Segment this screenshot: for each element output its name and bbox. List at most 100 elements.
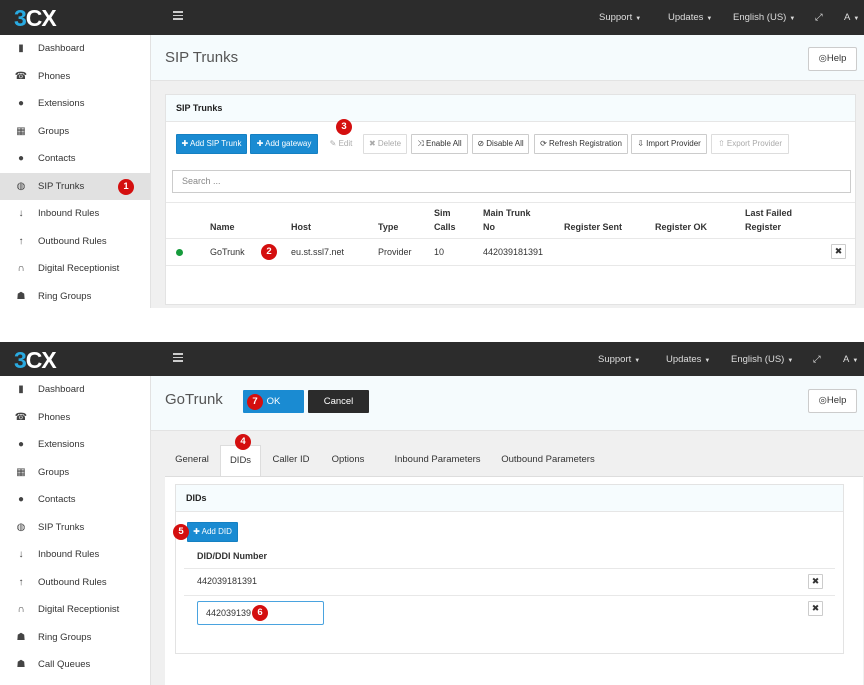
help-button[interactable]: ◎Help	[808, 47, 857, 71]
grid-icon: ▦	[16, 125, 26, 137]
trunk-host: eu.st.ssl7.net	[291, 247, 345, 257]
language-menu[interactable]: English (US) ▼	[733, 0, 795, 35]
disable-all-button[interactable]: ⊘ Disable All	[472, 134, 529, 154]
user-icon: ●	[17, 494, 25, 505]
3cx-logo[interactable]: 3CX	[14, 5, 57, 32]
column-header-main-trunk-no[interactable]: Main Trunk No	[483, 206, 531, 234]
add-did-button[interactable]: ✚ Add DID	[187, 522, 238, 542]
users-icon: ☗	[16, 659, 26, 670]
add-gateway-button[interactable]: ✚ Add gateway	[250, 134, 318, 154]
tab-options[interactable]: Options	[320, 445, 376, 475]
cancel-button[interactable]: Cancel	[308, 390, 369, 413]
arrow-up-icon: ↑	[18, 576, 24, 588]
main-content: GoTrunk OK Cancel 7 ◎Help General DIDs C…	[151, 376, 864, 685]
column-header-register-ok[interactable]: Register OK	[655, 220, 707, 234]
column-header-sim-calls[interactable]: Sim Calls	[434, 206, 456, 234]
column-header-host[interactable]: Host	[291, 220, 311, 234]
trunk-main-number: 442039181391	[483, 247, 544, 257]
annotation-badge: 6	[252, 605, 268, 621]
account-menu[interactable]: A ▼	[844, 0, 859, 35]
import-provider-button[interactable]: ⇩ Import Provider	[631, 134, 707, 154]
menu-toggle-icon[interactable]	[173, 353, 183, 364]
sidebar-item-contacts[interactable]: ● Contacts	[0, 486, 150, 514]
sidebar-item-extensions[interactable]: ● Extensions	[0, 90, 150, 118]
fullscreen-icon[interactable]: ⤢	[813, 342, 821, 377]
updates-menu[interactable]: Updates ▼	[668, 0, 712, 35]
divider	[166, 238, 855, 239]
sidebar-item-extensions[interactable]: ● Extensions	[0, 431, 150, 459]
support-menu[interactable]: Support ▼	[598, 342, 640, 377]
sidebar-item-outbound-rules[interactable]: ↑ Outbound Rules	[0, 228, 150, 256]
delete-did-button[interactable]: ✖	[808, 601, 823, 616]
phone-icon: ☎	[14, 70, 28, 82]
annotation-badge: 2	[261, 244, 277, 260]
refresh-registration-button[interactable]: ⟳ Refresh Registration	[534, 134, 628, 154]
3cx-logo[interactable]: 3CX	[14, 347, 57, 374]
phone-icon: ☎	[14, 411, 28, 423]
sidebar-item-groups[interactable]: ▦ Groups	[0, 459, 150, 487]
sidebar-item-sip-trunks[interactable]: ◍ SIP Trunks	[0, 514, 150, 542]
sidebar-item-digital-receptionist[interactable]: ∩ Digital Receptionist	[0, 596, 150, 624]
sip-trunks-screen: 3CX Support ▼ Updates ▼ English (US) ▼ ⤢ A ▼…	[0, 0, 864, 308]
add-sip-trunk-button[interactable]: ✚ Add SIP Trunk	[176, 134, 247, 154]
tab-caller-id[interactable]: Caller ID	[263, 445, 319, 475]
enable-all-button[interactable]: ⤨ Enable All	[411, 134, 468, 154]
card-title: SIP Trunks	[166, 95, 855, 122]
delete-did-button[interactable]: ✖	[808, 574, 823, 589]
sidebar-item-inbound-rules[interactable]: ↓ Inbound Rules	[0, 200, 150, 228]
sidebar-item-ring-groups[interactable]: ☗ Ring Groups	[0, 624, 150, 652]
search-input[interactable]: Search ...	[172, 170, 851, 193]
users-icon: ☗	[16, 290, 26, 302]
sidebar-item-outbound-rules[interactable]: ↑ Outbound Rules	[0, 569, 150, 597]
annotation-badge: 4	[235, 434, 251, 450]
sidebar-item-call-queues[interactable]: ☗ Call Queues	[0, 651, 150, 679]
arrow-down-icon: ↓	[18, 549, 24, 560]
user-icon: ●	[17, 153, 25, 164]
user-icon: ●	[17, 98, 25, 109]
export-provider-button[interactable]: ⇧ Export Provider	[711, 134, 789, 154]
dids-card: DIDs ✚ Add DID 5 DID/DDI Number 44203918…	[173, 484, 844, 654]
status-indicator	[176, 249, 183, 256]
bar-chart-icon: ▮	[18, 43, 24, 54]
sidebar-item-contacts[interactable]: ● Contacts	[0, 145, 150, 173]
menu-toggle-icon[interactable]	[173, 11, 183, 22]
divider	[184, 595, 835, 596]
sidebar: ▮ Dashboard ☎ Phones ● Extensions ▦ Groups ●…	[0, 376, 151, 685]
bar-chart-icon: ▮	[18, 384, 24, 395]
tab-general[interactable]: General	[165, 445, 219, 475]
divider	[166, 202, 855, 203]
arrow-up-icon: ↑	[18, 235, 24, 247]
sidebar-item-dashboard[interactable]: ▮ Dashboard	[0, 35, 150, 63]
edit-button[interactable]: ✎ Edit	[324, 134, 358, 154]
support-menu[interactable]: Support ▼	[599, 0, 641, 35]
delete-row-button[interactable]: ✖	[831, 244, 846, 259]
column-header-register-sent[interactable]: Register Sent	[564, 220, 622, 234]
tab-outbound-parameters[interactable]: Outbound Parameters	[492, 445, 604, 475]
account-menu[interactable]: A ▼	[843, 342, 858, 377]
sidebar-item-inbound-rules[interactable]: ↓ Inbound Rules	[0, 541, 150, 569]
sidebar-item-groups[interactable]: ▦ Groups	[0, 118, 150, 146]
tab-inbound-parameters[interactable]: Inbound Parameters	[384, 445, 491, 475]
help-button[interactable]: ◎Help	[808, 389, 857, 413]
trunk-sim-calls: 10	[434, 247, 445, 257]
trunk-type: Provider	[378, 247, 412, 257]
fullscreen-icon[interactable]: ⤢	[815, 0, 823, 35]
sidebar-item-phones[interactable]: ☎ Phones	[0, 63, 150, 91]
column-header-did-number[interactable]: DID/DDI Number	[197, 549, 267, 563]
updates-menu[interactable]: Updates ▼	[666, 342, 710, 377]
tab-bar: General DIDs Caller ID Options Inbound P…	[165, 445, 864, 476]
sidebar-item-dashboard[interactable]: ▮ Dashboard	[0, 376, 150, 404]
column-header-last-failed-register[interactable]: Last Failed Register	[745, 206, 792, 234]
sidebar-item-phones[interactable]: ☎ Phones	[0, 404, 150, 432]
trunk-name: GoTrunk	[210, 247, 245, 257]
language-menu[interactable]: English (US) ▼	[731, 342, 793, 377]
top-navbar: 3CX Support ▼ Updates ▼ English (US) ▼ ⤢ A ▼	[0, 0, 864, 35]
sidebar-item-ring-groups[interactable]: ☗ Ring Groups	[0, 283, 150, 309]
delete-button[interactable]: ✖ Delete	[363, 134, 407, 154]
annotation-badge: 7	[247, 394, 263, 410]
sidebar-item-digital-receptionist[interactable]: ∩ Digital Receptionist	[0, 255, 150, 283]
annotation-badge: 5	[173, 524, 189, 540]
column-header-name[interactable]: Name	[210, 220, 235, 234]
globe-icon: ◍	[16, 521, 26, 533]
column-header-type[interactable]: Type	[378, 220, 398, 234]
